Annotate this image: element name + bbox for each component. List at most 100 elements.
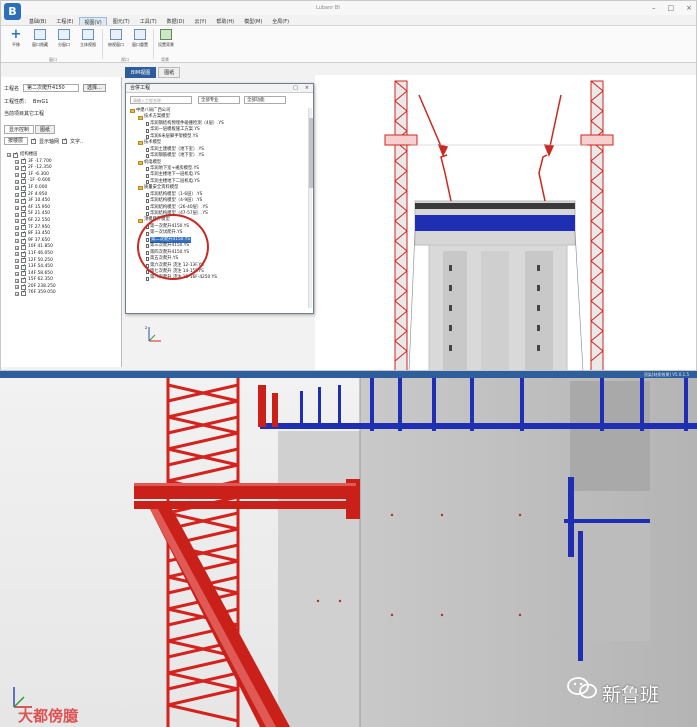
select-project-button[interactable]: 选择... <box>83 84 106 92</box>
building-model-3d <box>384 80 614 370</box>
set-background-button[interactable]: 设置背景 <box>155 29 177 55</box>
background-icon <box>160 29 172 40</box>
window-controls: – □ × <box>652 4 692 12</box>
project-name-field[interactable]: 第二次爬升4150 <box>23 84 80 92</box>
scrollbar-thumb[interactable] <box>309 118 313 188</box>
file-icon <box>146 192 149 197</box>
dialog-scrollbar[interactable] <box>308 108 313 308</box>
other-projects-link[interactable]: 当前项目其它工程 <box>4 110 44 117</box>
show-text-checkbox[interactable] <box>62 137 67 144</box>
expand-icon[interactable]: + <box>15 258 19 263</box>
expand-icon[interactable]: + <box>15 206 19 211</box>
expand-icon[interactable]: + <box>15 271 19 276</box>
ribbon-group-label: 窗口 <box>49 57 57 62</box>
ribbon-toolbar: + 平移 窗口隐藏 分窗口 立体视图 俯视窗口 窗口重置 设置背景 窗口 视口 … <box>1 25 696 63</box>
show-axis-checkbox[interactable] <box>31 137 36 144</box>
expand-icon[interactable]: + <box>15 225 19 230</box>
tab-drawings[interactable]: 图纸 <box>158 67 181 78</box>
floor-tree: +结构楼层+3F -17.700+2F -12.350+1F -6.300+-1… <box>7 151 117 297</box>
floor-label: 15F 62.350 <box>28 277 53 283</box>
floor-checkbox[interactable] <box>13 151 18 158</box>
highlight-circle-annotation <box>137 214 209 280</box>
folder-icon <box>130 109 135 114</box>
top-view-button[interactable]: 俯视窗口 <box>105 29 127 55</box>
expand-icon[interactable]: + <box>15 265 19 270</box>
panel-tabs: 显示控制 图纸 <box>4 125 56 134</box>
file-icon <box>146 128 149 133</box>
file-icon <box>146 199 149 204</box>
expand-icon[interactable]: + <box>15 159 19 164</box>
expand-icon[interactable]: + <box>15 186 19 191</box>
reset-window-icon <box>134 29 146 40</box>
expand-icon[interactable]: + <box>15 285 19 290</box>
crane-tower-left <box>384 80 418 370</box>
expand-icon[interactable]: + <box>15 291 19 296</box>
application-window: Lubanr BI – □ × B 基础(B) 工程(E) 视图(V) 图元(T… <box>0 0 697 371</box>
rendered-view[interactable]: 渲染[材质效果] V5.0.1.5 大都傍臆 <box>0 371 697 727</box>
merge-project-dialog: 合併工程 □ × 请输入工程名称 全部专业 全部功能 中建八局广西公司 技术方案模… <box>125 83 314 314</box>
dialog-search-input[interactable]: 请输入工程名称 <box>130 96 192 104</box>
expand-icon[interactable]: + <box>15 219 19 224</box>
dialog-maximize-button[interactable]: □ <box>293 85 298 91</box>
ribbon-group-label: 视口 <box>121 57 129 62</box>
split-window-button[interactable]: 分窗口 <box>53 29 75 55</box>
file-icon <box>146 147 149 152</box>
core-building <box>408 200 584 370</box>
crane-tower-right <box>580 80 614 370</box>
maximize-button[interactable]: □ <box>668 4 675 12</box>
project-property-label: 工程性质： <box>4 99 30 105</box>
expand-icon[interactable]: + <box>15 232 19 237</box>
project-name-label: 工程名 <box>4 85 20 92</box>
expand-icon[interactable]: + <box>15 192 19 197</box>
floor-label: -1F -0.600 <box>28 178 51 184</box>
reset-window-button[interactable]: 窗口重置 <box>129 29 151 55</box>
expand-icon[interactable]: + <box>15 245 19 250</box>
tab-display-control[interactable]: 显示控制 <box>4 125 35 134</box>
expand-icon[interactable]: + <box>15 252 19 257</box>
show-axis-label: 显示轴网 <box>39 138 60 145</box>
watermark-right-text: 新鲁班 <box>602 684 660 706</box>
pan-button[interactable]: + 平移 <box>5 27 27 55</box>
expand-icon[interactable]: + <box>15 199 19 204</box>
view-mode-select[interactable]: 按楼层 <box>4 137 28 145</box>
app-logo-icon[interactable]: B <box>4 3 21 20</box>
expand-icon[interactable]: + <box>15 173 19 178</box>
dialog-title: 合併工程 <box>126 84 313 93</box>
expand-icon[interactable]: + <box>15 179 19 184</box>
bim-viewport[interactable] <box>315 75 696 370</box>
plus-icon: + <box>10 27 22 42</box>
floor-checkbox[interactable] <box>21 289 26 297</box>
floor-tree-item[interactable]: +76F 359.050 <box>7 289 117 297</box>
hide-window-button[interactable]: 窗口隐藏 <box>29 29 51 55</box>
3d-view-icon <box>82 29 94 40</box>
floor-tools: 按楼层 显示轴网 文字.. <box>4 137 83 145</box>
tab-panel-drawings[interactable]: 图纸 <box>35 125 56 134</box>
minimize-button[interactable]: – <box>652 4 656 12</box>
expand-icon[interactable]: + <box>15 212 19 217</box>
folder-icon <box>138 160 143 165</box>
ribbon-group-label: 背景 <box>161 57 169 62</box>
specialty-select[interactable]: 全部专业 <box>198 96 240 104</box>
dialog-controls: □ × <box>293 85 309 91</box>
3d-view-button[interactable]: 立体视图 <box>77 29 99 55</box>
floor-label: 3F 10.450 <box>28 198 51 204</box>
wall-opening-lower <box>564 521 650 641</box>
dialog-close-button[interactable]: × <box>305 85 309 91</box>
floor-label: 1F 0.000 <box>28 184 48 190</box>
split-window-icon <box>58 29 70 40</box>
close-button[interactable]: × <box>686 4 692 12</box>
file-icon <box>146 276 149 281</box>
floor-label: 2F -12.350 <box>28 165 52 171</box>
expand-icon[interactable]: + <box>15 166 19 171</box>
render-status-bar: 渲染[材质效果] V5.0.1.5 <box>0 371 697 378</box>
folder-icon <box>138 141 143 146</box>
file-icon <box>146 122 149 127</box>
function-select[interactable]: 全部功能 <box>244 96 286 104</box>
expand-icon[interactable]: + <box>15 278 19 283</box>
file-icon <box>146 173 149 178</box>
tab-bim-view[interactable]: BIM视图 <box>125 67 157 78</box>
expand-icon[interactable]: + <box>7 153 11 158</box>
expand-icon[interactable]: + <box>15 239 19 244</box>
rendered-scene <box>0 371 697 727</box>
ribbon-divider <box>102 29 103 59</box>
